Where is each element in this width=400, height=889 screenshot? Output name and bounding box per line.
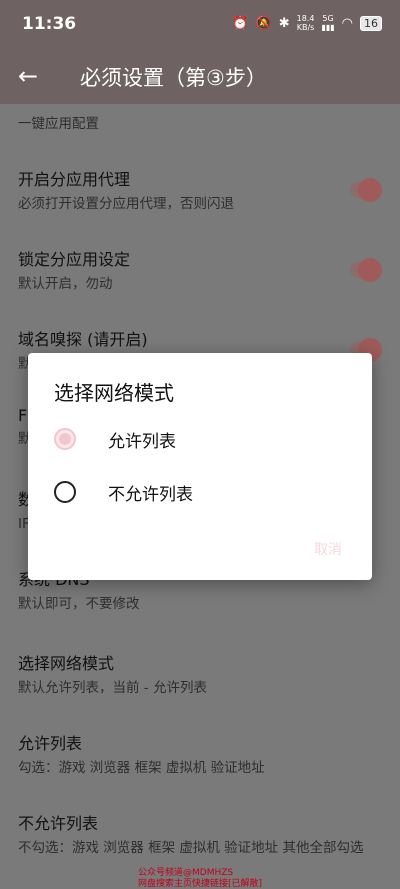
list-item[interactable]: 不允许列表 不勾选：游戏 浏览器 框架 虚拟机 验证地址 其他全部勾选 <box>18 810 388 858</box>
list-item-title: 开启分应用代理 <box>18 170 131 189</box>
list-item-title: 允许列表 <box>18 734 83 753</box>
option-allow-list[interactable]: 允许列表 <box>54 419 354 459</box>
alarm-icon: ⏰ <box>232 15 249 31</box>
wifi-icon: ◠ <box>341 15 353 31</box>
watermark-line: 网盘搜索主页快捷链接[已解散] <box>138 879 263 889</box>
list-item[interactable]: 开启分应用代理 必须打开设置分应用代理，否则闪退 <box>18 166 388 214</box>
list-item-subtitle: 勾选：游戏 浏览器 框架 虚拟机 验证地址 <box>18 760 265 776</box>
list-item-title: 不允许列表 <box>18 814 99 833</box>
list-item-subtitle: 一键应用配置 <box>18 116 99 132</box>
list-item-subtitle: 必须打开设置分应用代理，否则闪退 <box>18 196 234 212</box>
list-item-subtitle: 不勾选：游戏 浏览器 框架 虚拟机 验证地址 其他全部勾选 <box>18 840 364 856</box>
toggle-knob <box>358 258 382 282</box>
list-item-title: 域名嗅探 (请开启) <box>18 330 148 349</box>
status-time: 11:36 <box>22 14 77 34</box>
option-label: 不允许列表 <box>108 484 193 505</box>
page-title: 必须设置（第③步） <box>80 66 267 90</box>
toggle-knob <box>358 178 382 202</box>
list-item-subtitle: 默认即可，不要修改 <box>18 596 140 612</box>
list-item-subtitle: 默认允许列表，当前 - 允许列表 <box>18 680 207 696</box>
status-bar: 11:36 ⏰ 🔕 ✱ 18.4 KB/s 5G ▮▮▮ ◠ 16 <box>0 0 400 50</box>
list-item[interactable]: 选择网络模式 默认允许列表，当前 - 允许列表 <box>18 650 388 698</box>
list-item[interactable]: 锁定分应用设定 默认开启，勿动 <box>18 246 388 294</box>
radio-unselected-icon[interactable] <box>54 481 76 503</box>
list-item-title: 锁定分应用设定 <box>18 250 131 269</box>
list-item-subtitle: 默认开启，勿动 <box>18 276 113 292</box>
toggle-switch[interactable] <box>350 178 382 202</box>
radio-selected-icon[interactable] <box>54 428 76 450</box>
signal-icon: 5G ▮▮▮ <box>321 14 335 32</box>
bluetooth-icon: ✱ <box>278 15 290 31</box>
network-speed: 18.4 KB/s <box>296 14 315 32</box>
toggle-switch[interactable] <box>350 258 382 282</box>
watermark-line: 公众号频道@MDMHZS <box>138 868 234 878</box>
cancel-button[interactable]: 取消 <box>314 539 342 559</box>
battery-icon: 16 <box>360 15 382 31</box>
list-item-partial: 一键应用配置 <box>18 110 388 134</box>
app-bar: ← 必须设置（第③步） <box>0 50 400 104</box>
mute-icon: 🔕 <box>255 15 272 31</box>
list-item-title: 选择网络模式 <box>18 654 115 673</box>
option-disallow-list[interactable]: 不允许列表 <box>54 472 354 512</box>
dialog-title: 选择网络模式 <box>54 381 174 405</box>
network-mode-dialog: 选择网络模式 允许列表 不允许列表 取消 <box>28 353 372 580</box>
option-label: 允许列表 <box>108 431 176 452</box>
back-arrow-icon[interactable]: ← <box>18 62 38 90</box>
watermark: 公众号频道@MDMHZS 网盘搜索主页快捷链接[已解散] <box>138 868 262 889</box>
list-item[interactable]: 允许列表 勾选：游戏 浏览器 框架 虚拟机 验证地址 <box>18 730 388 778</box>
status-icons: ⏰ 🔕 ✱ 18.4 KB/s 5G ▮▮▮ ◠ 16 <box>232 14 382 32</box>
